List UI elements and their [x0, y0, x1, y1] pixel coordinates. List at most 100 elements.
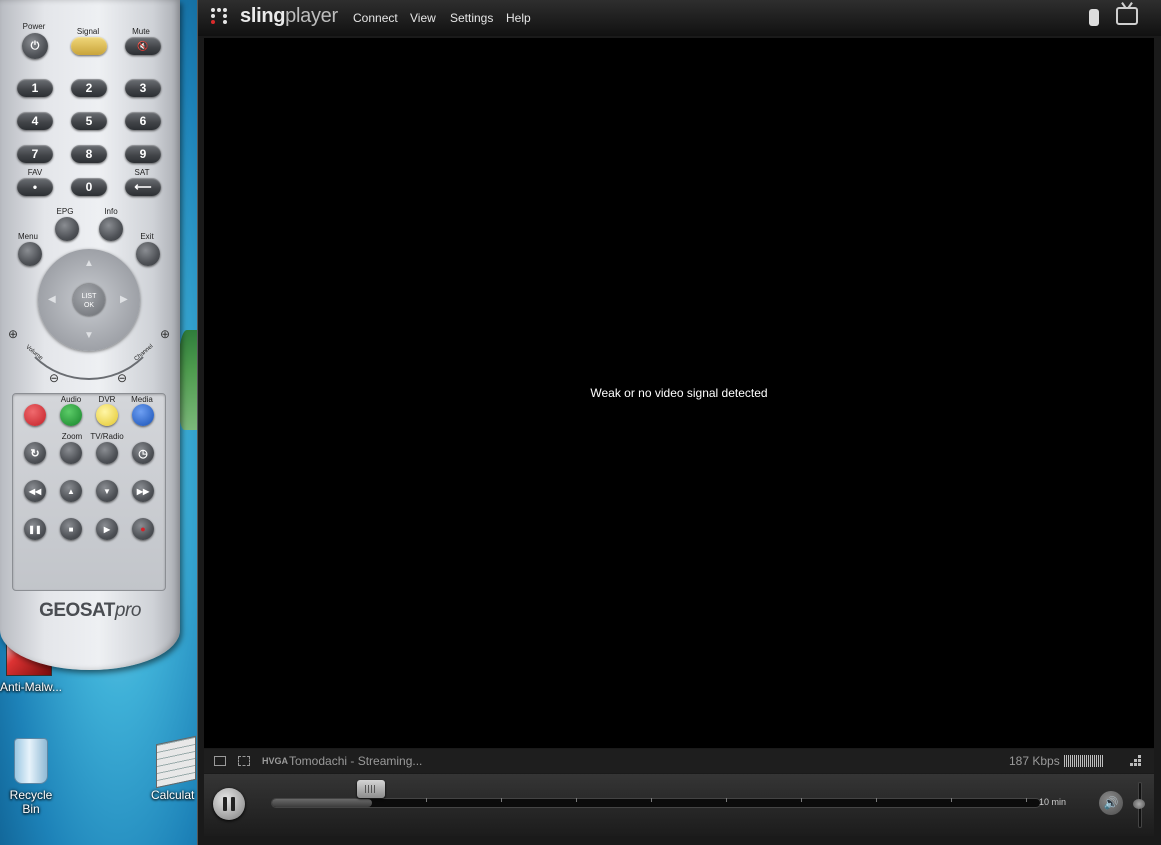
- menu-help[interactable]: Help: [506, 11, 531, 25]
- digit-1-button[interactable]: 1: [17, 79, 53, 97]
- desktop-icon-label: Recycle Bin: [9, 788, 53, 816]
- menu-view[interactable]: View: [410, 11, 436, 25]
- fullscreen-icon[interactable]: [214, 756, 226, 766]
- volume-plus-icon[interactable]: ⊕: [8, 327, 18, 341]
- menu-connect[interactable]: Connect: [353, 11, 398, 25]
- desktop-icon-recycle-bin[interactable]: Recycle Bin: [0, 738, 62, 816]
- volume-knob[interactable]: [1133, 799, 1145, 809]
- channel-minus-icon[interactable]: ⊖: [117, 371, 127, 385]
- dpad-down-icon[interactable]: ▼: [84, 330, 94, 341]
- digit-9-button[interactable]: 9: [125, 145, 161, 163]
- sling-logo-icon: [210, 8, 232, 28]
- list-ok-button[interactable]: LIST OK: [73, 284, 105, 316]
- digit-0-button[interactable]: 0: [71, 178, 107, 196]
- menu-settings[interactable]: Settings: [450, 11, 493, 25]
- timer-button[interactable]: ◷: [132, 442, 154, 464]
- rewind-button[interactable]: ◀◀: [24, 480, 46, 502]
- sat-back-button[interactable]: ⟵: [125, 178, 161, 196]
- zoom-button[interactable]: [60, 442, 82, 464]
- power-button[interactable]: ⏻: [22, 33, 48, 59]
- mute-button[interactable]: 🔇: [125, 37, 161, 55]
- digit-4-button[interactable]: 4: [17, 112, 53, 130]
- digit-3-button[interactable]: 3: [125, 79, 161, 97]
- signal-bar: [1068, 755, 1069, 767]
- volume-minus-icon[interactable]: ⊖: [49, 371, 59, 385]
- desktop-icon-label: Anti-Malw...: [0, 680, 63, 694]
- sat-label: SAT: [134, 168, 150, 177]
- power-icon: ⏻: [30, 39, 40, 52]
- desktop-icon-label: Calculat: [151, 788, 195, 802]
- power-label: Power: [22, 22, 46, 31]
- signal-bar: [1090, 755, 1091, 767]
- brand-main: GEOSAT: [39, 600, 115, 621]
- desktop-icon-calculator[interactable]: Calculat: [148, 735, 197, 802]
- fav-button[interactable]: •: [17, 178, 53, 196]
- stop-icon: ■: [68, 524, 74, 534]
- calculator-icon: [156, 735, 196, 789]
- digit-5-button[interactable]: 5: [71, 112, 107, 130]
- seek-progress: [272, 799, 372, 807]
- signal-bar: [1066, 755, 1067, 767]
- app-logo: slingplayer: [240, 5, 338, 28]
- seek-tick: [426, 798, 427, 802]
- volume-button[interactable]: 🔊: [1099, 791, 1123, 815]
- speaker-icon: 🔊: [1103, 796, 1119, 810]
- stop-button[interactable]: ■: [60, 518, 82, 540]
- digit-7-button[interactable]: 7: [17, 145, 53, 163]
- seek-tick: [1026, 798, 1027, 802]
- blue-media-button[interactable]: [132, 404, 154, 426]
- audio-label: Audio: [60, 395, 82, 404]
- fast-forward-button[interactable]: ▶▶: [132, 480, 154, 502]
- media-label: Media: [131, 395, 153, 404]
- page-down-icon: ▼: [103, 486, 111, 496]
- video-area[interactable]: Weak or no video signal detected: [204, 38, 1154, 748]
- video-status-message: Weak or no video signal detected: [590, 386, 768, 400]
- record-button[interactable]: ●: [132, 518, 154, 540]
- tvradio-button[interactable]: [96, 442, 118, 464]
- tv-source-icon[interactable]: [238, 756, 250, 766]
- tv-guide-icon[interactable]: [1116, 7, 1138, 25]
- menu-bar: slingplayer Connect View Settings Help: [198, 0, 1161, 36]
- resize-grip-icon[interactable]: [1126, 755, 1142, 767]
- seek-tick: [801, 798, 802, 802]
- channel-plus-icon[interactable]: ⊕: [160, 327, 170, 341]
- signal-bar: [1102, 755, 1103, 767]
- bitrate-readout: 187 Kbps: [1009, 754, 1060, 768]
- play-button[interactable]: ▶: [96, 518, 118, 540]
- signal-bar: [1088, 755, 1089, 767]
- stream-status: Tomodachi - Streaming...: [289, 754, 423, 768]
- signal-bar: [1096, 755, 1097, 767]
- rewind-icon: ◀◀: [28, 486, 42, 496]
- page-up-button[interactable]: ▲: [60, 480, 82, 502]
- seek-thumb[interactable]: [357, 780, 385, 798]
- pause-button[interactable]: [213, 788, 245, 820]
- signal-bar: [1078, 755, 1079, 767]
- mute-icon: 🔇: [137, 40, 149, 51]
- remote-pause-button[interactable]: ❚❚: [24, 518, 46, 540]
- exit-label: Exit: [140, 232, 154, 241]
- yellow-dvr-button[interactable]: [96, 404, 118, 426]
- page-up-icon: ▲: [67, 486, 75, 496]
- pause-icon: ❚❚: [28, 524, 42, 534]
- digit-6-button[interactable]: 6: [125, 112, 161, 130]
- dpad-up-icon[interactable]: ▲: [84, 258, 94, 269]
- page-down-button[interactable]: ▼: [96, 480, 118, 502]
- seek-track[interactable]: [271, 798, 1041, 808]
- dpad-right-icon[interactable]: ▶: [120, 294, 128, 305]
- playback-controls: 10 min 🔊: [204, 774, 1154, 836]
- green-audio-button[interactable]: [60, 404, 82, 426]
- fav-label: FAV: [27, 168, 43, 177]
- recall-button[interactable]: ↻: [24, 442, 46, 464]
- dpad-left-icon[interactable]: ◀: [48, 294, 56, 305]
- signal-button[interactable]: [71, 37, 107, 55]
- status-bar: HVGA Tomodachi - Streaming... 187 Kbps: [204, 749, 1154, 773]
- digit-8-button[interactable]: 8: [71, 145, 107, 163]
- red-button[interactable]: [24, 404, 46, 426]
- tvradio-label: TV/Radio: [90, 432, 124, 441]
- epg-label: EPG: [56, 207, 74, 216]
- remote-toggle-icon[interactable]: [1089, 9, 1099, 26]
- digit-2-button[interactable]: 2: [71, 79, 107, 97]
- record-icon: ●: [140, 524, 146, 534]
- buffer-length-label: 10 min: [1039, 797, 1067, 807]
- seek-tick: [651, 798, 652, 802]
